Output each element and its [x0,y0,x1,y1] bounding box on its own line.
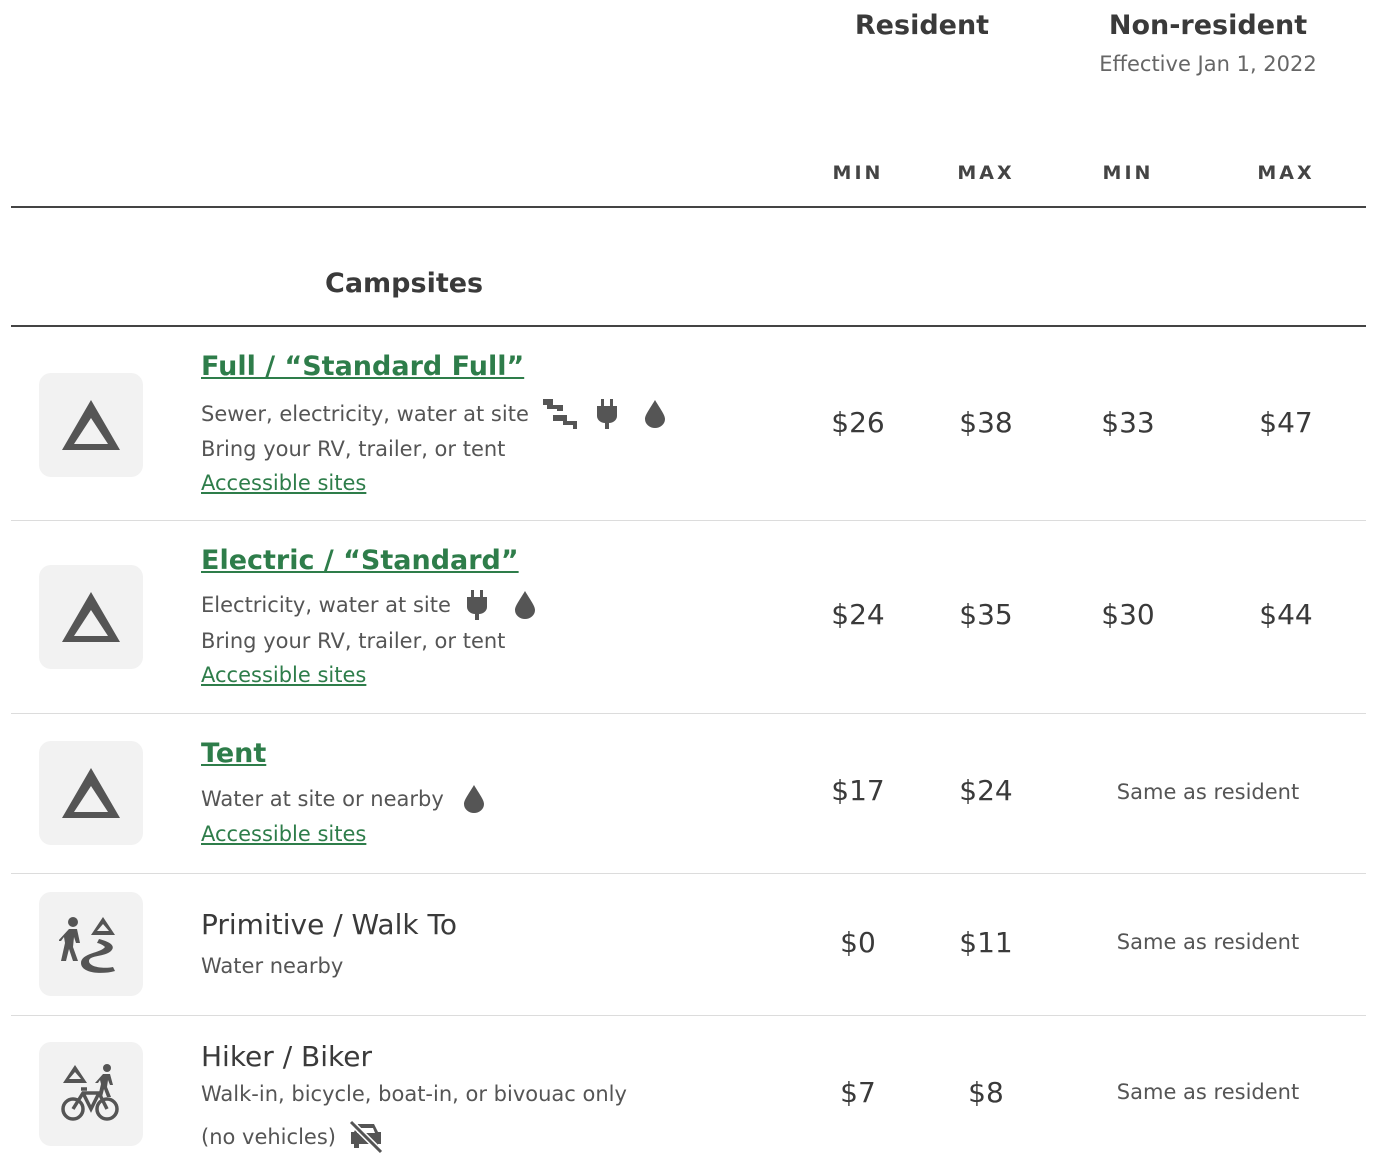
campsite-type-icon [39,1042,143,1146]
col-resident-max: MAX [957,162,1015,184]
header-divider [11,206,1366,208]
resident-min-price: $0 [840,926,876,959]
row-description: Sewer, electricity, water at site [201,397,667,431]
resident-min-price: $17 [831,774,885,807]
resident-max-price: $35 [959,598,1013,631]
resident-min-price: $26 [831,406,885,439]
row-description: Water at site or nearby [201,784,486,814]
nonresident-same-as-resident: Same as resident [1116,930,1300,954]
table-row: Electric / “Standard” Electricity, water… [0,521,1390,713]
amenities-text: Electricity, water at site [201,593,451,617]
col-nonresident-max: MAX [1257,162,1315,184]
row-description: Electricity, water at site [201,589,537,621]
sewer-icon [542,399,577,429]
amenity-icons [456,784,486,814]
row-subtext: Bring your RV, trailer, or tent [201,437,506,461]
electric-plug-icon [466,590,487,620]
accessible-sites-link[interactable]: Accessible sites [201,663,366,687]
electric-plug-icon [596,399,617,429]
campsite-type-icon [39,892,143,996]
effective-date: Effective Jan 1, 2022 [1099,52,1317,76]
tent-icon [62,768,120,818]
no-vehicle-icon [348,1120,384,1154]
table-row: Tent Water at site or nearby Accessible … [0,714,1390,873]
water-drop-icon [644,400,665,428]
nonresident-same-as-resident: Same as resident [1116,780,1300,804]
col-resident-min: MIN [832,162,884,184]
resident-max-price: $38 [959,406,1013,439]
nonresident-min-price: $33 [1101,406,1155,439]
nonresident-same-as-resident: Same as resident [1116,1080,1300,1104]
resident-max-price: $8 [968,1076,1004,1109]
resident-header: Resident [854,10,990,41]
accessible-sites-link[interactable]: Accessible sites [201,822,366,846]
tent-link[interactable]: Tent [201,738,266,769]
amenity-icons [541,397,667,431]
accessible-sites-link[interactable]: Accessible sites [201,471,366,495]
row-description: Water nearby [201,954,344,978]
nonresident-min-price: $30 [1101,598,1155,631]
primitive-walk-to-title: Primitive / Walk To [201,908,457,941]
row-subtext: Bring your RV, trailer, or tent [201,629,506,653]
resident-max-price: $11 [959,926,1013,959]
tent-icon [62,400,120,450]
section-title: Campsites [325,268,484,299]
non-resident-header: Non-resident [1108,10,1308,41]
hiker-trail-icon [59,917,115,973]
resident-min-price: $24 [831,598,885,631]
campsite-type-icon [39,373,143,477]
hiker-biker-icon [61,1064,119,1121]
resident-max-price: $24 [959,774,1013,807]
amenity-icons [463,589,537,621]
water-drop-icon [463,785,484,813]
campsite-type-icon [39,565,143,669]
amenities-text: Water at site or nearby [201,787,444,811]
water-drop-icon [514,591,535,619]
table-row: Full / “Standard Full” Sewer, electricit… [0,327,1390,520]
table-row: Primitive / Walk To Water nearby $0 $11 … [0,874,1390,1015]
row-description: Walk-in, bicycle, boat-in, or bivouac on… [201,1082,627,1106]
amenities-text: Sewer, electricity, water at site [201,402,529,426]
electric-standard-link[interactable]: Electric / “Standard” [201,545,519,576]
table-row: Hiker / Biker Walk-in, bicycle, boat-in,… [0,1016,1390,1165]
col-nonresident-min: MIN [1102,162,1154,184]
nonresident-max-price: $44 [1259,598,1313,631]
full-standard-full-link[interactable]: Full / “Standard Full” [201,351,524,382]
resident-min-price: $7 [840,1076,876,1109]
hiker-biker-title: Hiker / Biker [201,1040,372,1073]
campsite-type-icon [39,741,143,845]
nonresident-max-price: $47 [1259,406,1313,439]
no-vehicles-text: (no vehicles) [201,1125,336,1149]
tent-icon [62,592,120,642]
row-subtext: (no vehicles) [201,1120,384,1154]
